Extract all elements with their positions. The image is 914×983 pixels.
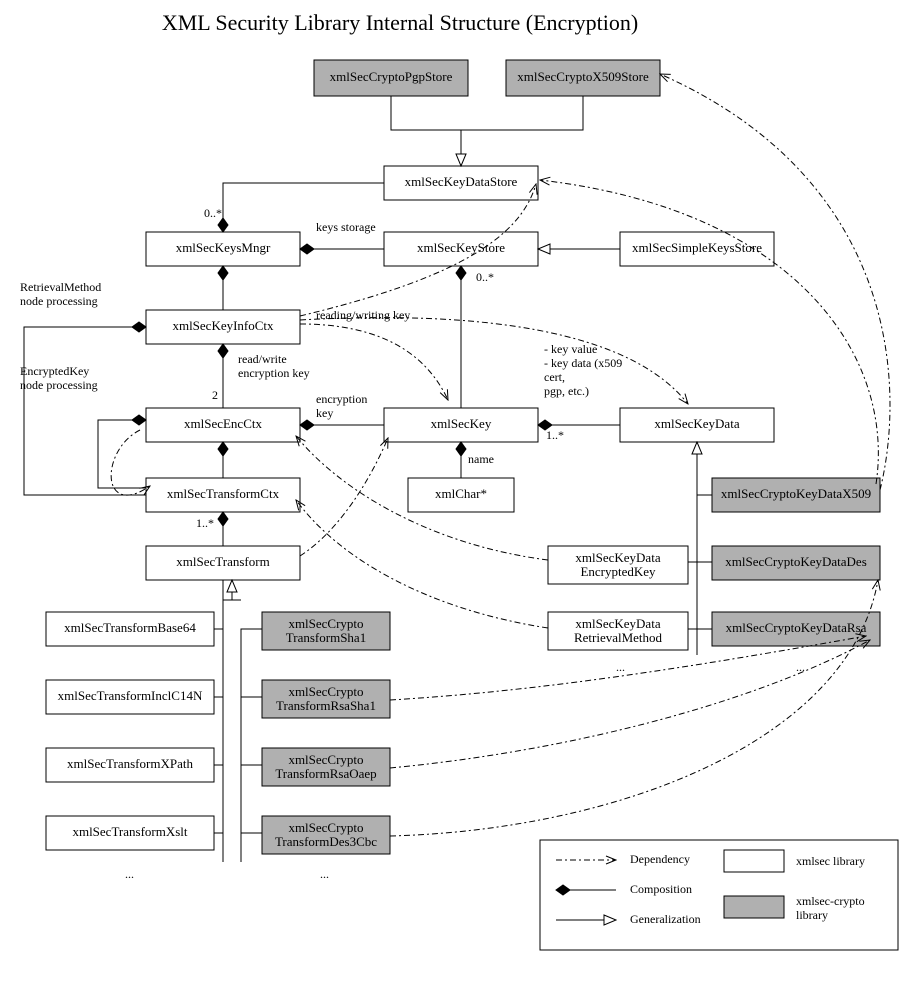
svg-text:xmlsec library: xmlsec library bbox=[796, 854, 865, 868]
svg-text:...: ... bbox=[796, 660, 805, 674]
svg-text:xmlSecKeyInfoCtx: xmlSecKeyInfoCtx bbox=[172, 318, 274, 333]
svg-text:xmlSecKeysMngr: xmlSecKeysMngr bbox=[176, 240, 271, 255]
svg-text:EncryptedKey: EncryptedKey bbox=[580, 564, 656, 579]
svg-text:0..*: 0..* bbox=[204, 206, 222, 220]
svg-text:Dependency: Dependency bbox=[630, 852, 690, 866]
diagram-canvas: XML Security Library Internal Structure … bbox=[0, 0, 914, 983]
svg-text:- key value: - key value bbox=[544, 342, 597, 356]
svg-text:RetrievalMethod: RetrievalMethod bbox=[574, 630, 663, 645]
svg-text:xmlSecKeyDataStore: xmlSecKeyDataStore bbox=[405, 174, 518, 189]
svg-text:EncryptedKey: EncryptedKey bbox=[20, 364, 89, 378]
svg-text:xmlSecKeyData: xmlSecKeyData bbox=[654, 416, 739, 431]
svg-text:0..*: 0..* bbox=[476, 270, 494, 284]
svg-text:xmlSecTransformBase64: xmlSecTransformBase64 bbox=[64, 620, 196, 635]
svg-text:xmlSecCrypto: xmlSecCrypto bbox=[288, 752, 363, 767]
svg-text:encryption key: encryption key bbox=[238, 366, 310, 380]
svg-text:...: ... bbox=[616, 660, 625, 674]
svg-text:node processing: node processing bbox=[20, 378, 98, 392]
svg-text:read/write: read/write bbox=[238, 352, 287, 366]
svg-text:TransformDes3Cbc: TransformDes3Cbc bbox=[275, 834, 377, 849]
svg-text:xmlSecCryptoKeyDataDes: xmlSecCryptoKeyDataDes bbox=[725, 554, 867, 569]
svg-text:xmlSecTransform: xmlSecTransform bbox=[176, 554, 269, 569]
svg-text:xmlSecTransformCtx: xmlSecTransformCtx bbox=[167, 486, 280, 501]
svg-text:2: 2 bbox=[212, 388, 218, 402]
svg-text:library: library bbox=[796, 908, 828, 922]
svg-text:node processing: node processing bbox=[20, 294, 98, 308]
svg-text:- key data (x509: - key data (x509 bbox=[544, 356, 622, 370]
svg-text:pgp, etc.): pgp, etc.) bbox=[544, 384, 589, 398]
svg-text:...: ... bbox=[320, 867, 329, 881]
svg-text:xmlChar*: xmlChar* bbox=[435, 486, 487, 501]
svg-text:xmlSecCrypto: xmlSecCrypto bbox=[288, 616, 363, 631]
svg-text:xmlsec-crypto: xmlsec-crypto bbox=[796, 894, 865, 908]
svg-text:reading/writing key: reading/writing key bbox=[316, 308, 410, 322]
svg-text:1..*: 1..* bbox=[196, 516, 214, 530]
svg-text:xmlSecCryptoKeyDataX509: xmlSecCryptoKeyDataX509 bbox=[721, 486, 871, 501]
diagram-title: XML Security Library Internal Structure … bbox=[162, 10, 638, 35]
svg-text:xmlSecCrypto: xmlSecCrypto bbox=[288, 820, 363, 835]
svg-text:keys storage: keys storage bbox=[316, 220, 376, 234]
svg-text:...: ... bbox=[125, 867, 134, 881]
svg-text:cert,: cert, bbox=[544, 370, 565, 384]
svg-text:key: key bbox=[316, 406, 333, 420]
svg-text:xmlSecCryptoPgpStore: xmlSecCryptoPgpStore bbox=[330, 69, 453, 84]
svg-text:xmlSecCryptoX509Store: xmlSecCryptoX509Store bbox=[517, 69, 649, 84]
svg-text:xmlSecKeyData: xmlSecKeyData bbox=[575, 550, 660, 565]
svg-text:xmlSecTransformXslt: xmlSecTransformXslt bbox=[72, 824, 187, 839]
svg-text:RetrievalMethod: RetrievalMethod bbox=[20, 280, 101, 294]
svg-text:Generalization: Generalization bbox=[630, 912, 701, 926]
svg-text:xmlSecTransformXPath: xmlSecTransformXPath bbox=[67, 756, 193, 771]
svg-text:xmlSecCrypto: xmlSecCrypto bbox=[288, 684, 363, 699]
svg-text:xmlSecKeyData: xmlSecKeyData bbox=[575, 616, 660, 631]
svg-text:xmlSecEncCtx: xmlSecEncCtx bbox=[184, 416, 262, 431]
svg-text:TransformRsaOaep: TransformRsaOaep bbox=[275, 766, 376, 781]
svg-text:xmlSecKey: xmlSecKey bbox=[431, 416, 492, 431]
svg-text:xmlSecCryptoKeyDataRsa: xmlSecCryptoKeyDataRsa bbox=[726, 620, 867, 635]
svg-text:xmlSecSimpleKeysStore: xmlSecSimpleKeysStore bbox=[632, 240, 762, 255]
svg-text:encryption: encryption bbox=[316, 392, 367, 406]
svg-text:name: name bbox=[468, 452, 494, 466]
svg-text:1..*: 1..* bbox=[546, 428, 564, 442]
svg-text:TransformRsaSha1: TransformRsaSha1 bbox=[276, 698, 376, 713]
svg-text:TransformSha1: TransformSha1 bbox=[286, 630, 366, 645]
svg-text:xmlSecTransformInclC14N: xmlSecTransformInclC14N bbox=[58, 688, 203, 703]
svg-text:Composition: Composition bbox=[630, 882, 692, 896]
